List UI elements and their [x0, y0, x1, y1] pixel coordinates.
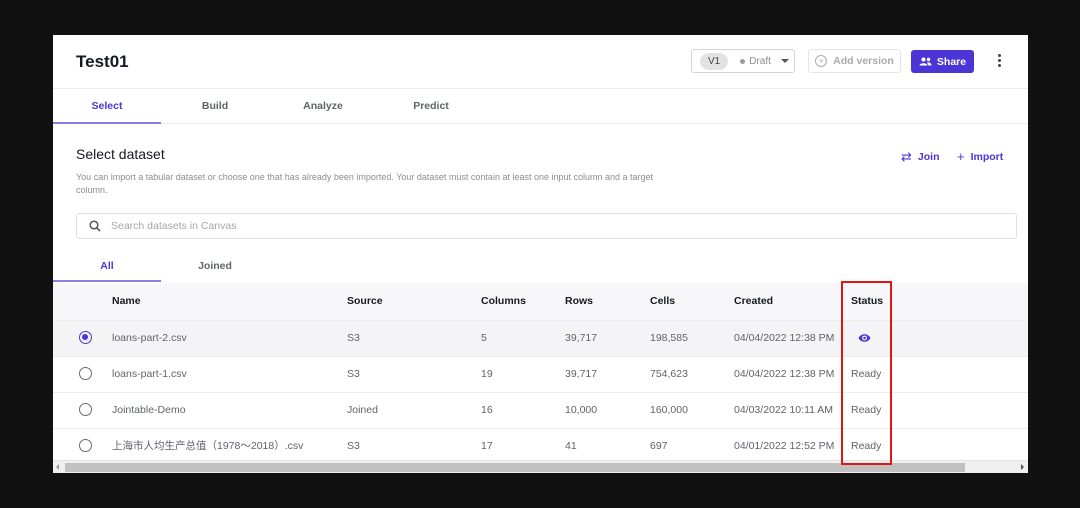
share-label: Share: [936, 55, 967, 68]
tab-build[interactable]: Build: [161, 89, 269, 123]
status-dot-icon: [740, 58, 746, 64]
cell-created: 04/03/2022 10:11 AM: [734, 404, 834, 416]
version-badge: V1: [700, 52, 729, 70]
column-header-source[interactable]: Source: [347, 283, 383, 320]
version-select[interactable]: V1 Draft: [691, 49, 795, 73]
tab-analyze[interactable]: Analyze: [269, 89, 377, 123]
cell-source: S3: [347, 332, 360, 344]
cell-source: S3: [347, 368, 360, 380]
plus-icon: +: [957, 149, 965, 164]
table-row[interactable]: Jointable-Demo Joined 16 10,000 160,000 …: [53, 393, 1028, 429]
search-box: [76, 213, 1017, 239]
version-status: Draft: [740, 56, 771, 67]
more-options-icon[interactable]: [997, 54, 1001, 67]
datasets-table: Name Source Columns Rows Cells Created S…: [53, 283, 1028, 465]
cell-status: Ready: [851, 404, 882, 416]
share-button[interactable]: Share: [911, 50, 974, 73]
cell-rows: 39,717: [565, 368, 598, 380]
tab-select[interactable]: Select: [53, 89, 161, 124]
cell-created: 04/04/2022 12:38 PM: [734, 332, 835, 344]
cell-name: 上海市人均生产总值（1978～2018）.csv: [112, 440, 304, 452]
column-header-rows[interactable]: Rows: [565, 283, 593, 320]
cell-cells: 198,585: [650, 332, 688, 344]
cell-source: Joined: [347, 404, 378, 416]
search-input[interactable]: [109, 219, 1016, 233]
header: Test01 V1 Draft + Add version Share: [53, 35, 1028, 89]
eye-icon[interactable]: [858, 333, 871, 343]
import-label: Import: [970, 150, 1004, 163]
tab-joined[interactable]: Joined: [161, 250, 269, 282]
cell-rows: 10,000: [565, 404, 598, 416]
column-header-columns[interactable]: Columns: [481, 283, 526, 320]
table-header: Name Source Columns Rows Cells Created S…: [53, 283, 1028, 321]
cell-cells: 754,623: [650, 368, 688, 380]
scroll-left-icon[interactable]: [56, 464, 59, 470]
cell-created: 04/01/2022 12:52 PM: [734, 440, 835, 452]
cell-rows: 39,717: [565, 332, 598, 344]
section-description: You can import a tabular dataset or choo…: [76, 172, 654, 195]
scroll-right-icon[interactable]: [1021, 464, 1024, 470]
column-header-created[interactable]: Created: [734, 283, 773, 320]
cell-columns: 5: [481, 332, 487, 344]
plus-circle-icon: +: [815, 55, 828, 67]
cell-name: loans-part-2.csv: [112, 332, 187, 344]
cell-created: 04/04/2022 12:38 PM: [734, 368, 835, 380]
import-button[interactable]: + Import: [957, 149, 1003, 164]
main-tabs: Select Build Analyze Predict: [53, 89, 1028, 124]
cell-status: Ready: [851, 440, 882, 452]
page-title: Test01: [76, 52, 129, 71]
row-radio[interactable]: [79, 403, 92, 416]
cell-source: S3: [347, 440, 360, 452]
section-title: Select dataset: [76, 146, 165, 162]
cell-columns: 19: [481, 368, 493, 380]
column-header-cells[interactable]: Cells: [650, 283, 675, 320]
cell-rows: 41: [565, 440, 577, 452]
join-button[interactable]: ⇄ Join: [901, 149, 940, 165]
cell-columns: 16: [481, 404, 493, 416]
tab-predict[interactable]: Predict: [377, 89, 485, 123]
cell-name: Jointable-Demo: [112, 404, 186, 416]
add-version-button[interactable]: + Add version: [808, 49, 901, 73]
add-version-label: Add version: [833, 55, 894, 67]
tab-all[interactable]: All: [53, 250, 161, 282]
row-radio[interactable]: [79, 439, 92, 452]
horizontal-scrollbar[interactable]: [53, 460, 1028, 473]
join-arrows-icon: ⇄: [901, 149, 912, 164]
join-label: Join: [917, 151, 940, 163]
row-radio-selected[interactable]: [79, 331, 92, 344]
version-status-label: Draft: [749, 55, 771, 67]
column-header-name[interactable]: Name: [112, 283, 141, 320]
app-window: Test01 V1 Draft + Add version Share Sele…: [53, 35, 1028, 473]
table-row[interactable]: loans-part-1.csv S3 19 39,717 754,623 04…: [53, 357, 1028, 393]
cell-cells: 160,000: [650, 404, 688, 416]
cell-cells: 697: [650, 440, 668, 452]
cell-status: Ready: [851, 368, 882, 380]
scrollbar-thumb[interactable]: [65, 463, 965, 472]
users-icon: [919, 57, 932, 66]
dataset-filter-tabs: All Joined: [53, 250, 1028, 282]
chevron-down-icon: [780, 59, 789, 63]
row-radio[interactable]: [79, 367, 92, 380]
column-header-status[interactable]: Status: [851, 283, 883, 320]
table-row[interactable]: loans-part-2.csv S3 5 39,717 198,585 04/…: [53, 321, 1028, 357]
search-icon: [89, 220, 101, 232]
cell-name: loans-part-1.csv: [112, 368, 187, 380]
cell-columns: 17: [481, 440, 493, 452]
